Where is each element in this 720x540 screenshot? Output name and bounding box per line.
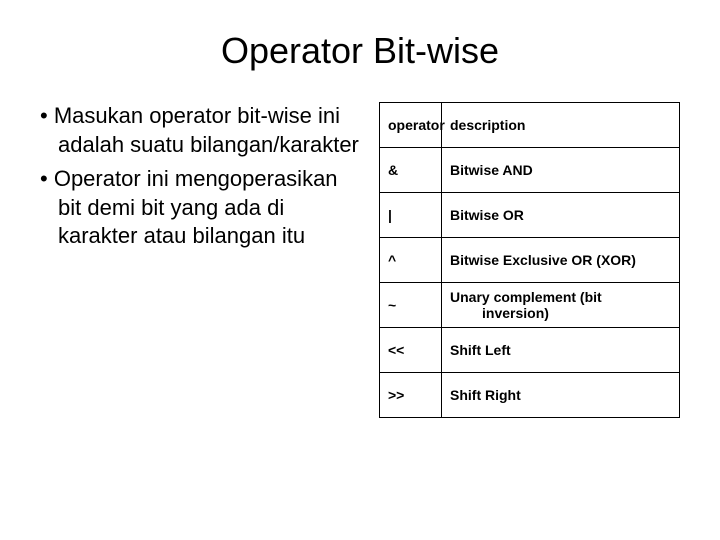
cell-desc: Bitwise AND	[442, 148, 680, 193]
table-row: << Shift Left	[380, 328, 680, 373]
cell-op: &	[380, 148, 442, 193]
slide-title: Operator Bit-wise	[40, 30, 680, 72]
bullet-list: Masukan operator bit-wise ini adalah sua…	[40, 102, 359, 257]
table-header-row: operator description	[380, 103, 680, 148]
cell-desc: Bitwise Exclusive OR (XOR)	[442, 238, 680, 283]
table-row: >> Shift Right	[380, 373, 680, 418]
bullet-item: Masukan operator bit-wise ini adalah sua…	[40, 102, 359, 159]
cell-desc: Shift Right	[442, 373, 680, 418]
operator-table-wrap: operator description & Bitwise AND | Bit…	[379, 102, 680, 418]
table-row: ^ Bitwise Exclusive OR (XOR)	[380, 238, 680, 283]
cell-op: ~	[380, 283, 442, 328]
th-description: description	[442, 103, 680, 148]
table-row: & Bitwise AND	[380, 148, 680, 193]
cell-desc: Bitwise OR	[442, 193, 680, 238]
th-operator: operator	[380, 103, 442, 148]
cell-op: <<	[380, 328, 442, 373]
slide: Operator Bit-wise Masukan operator bit-w…	[0, 0, 720, 540]
bullet-item: Operator ini mengoperasikan bit demi bit…	[40, 165, 359, 251]
cell-op: ^	[380, 238, 442, 283]
content-row: Masukan operator bit-wise ini adalah sua…	[40, 102, 680, 418]
cell-desc: Shift Left	[442, 328, 680, 373]
operator-table: operator description & Bitwise AND | Bit…	[379, 102, 680, 418]
cell-op: |	[380, 193, 442, 238]
table-row: ~ Unary complement (bit inversion)	[380, 283, 680, 328]
cell-op: >>	[380, 373, 442, 418]
cell-desc: Unary complement (bit inversion)	[442, 283, 680, 328]
table-row: | Bitwise OR	[380, 193, 680, 238]
